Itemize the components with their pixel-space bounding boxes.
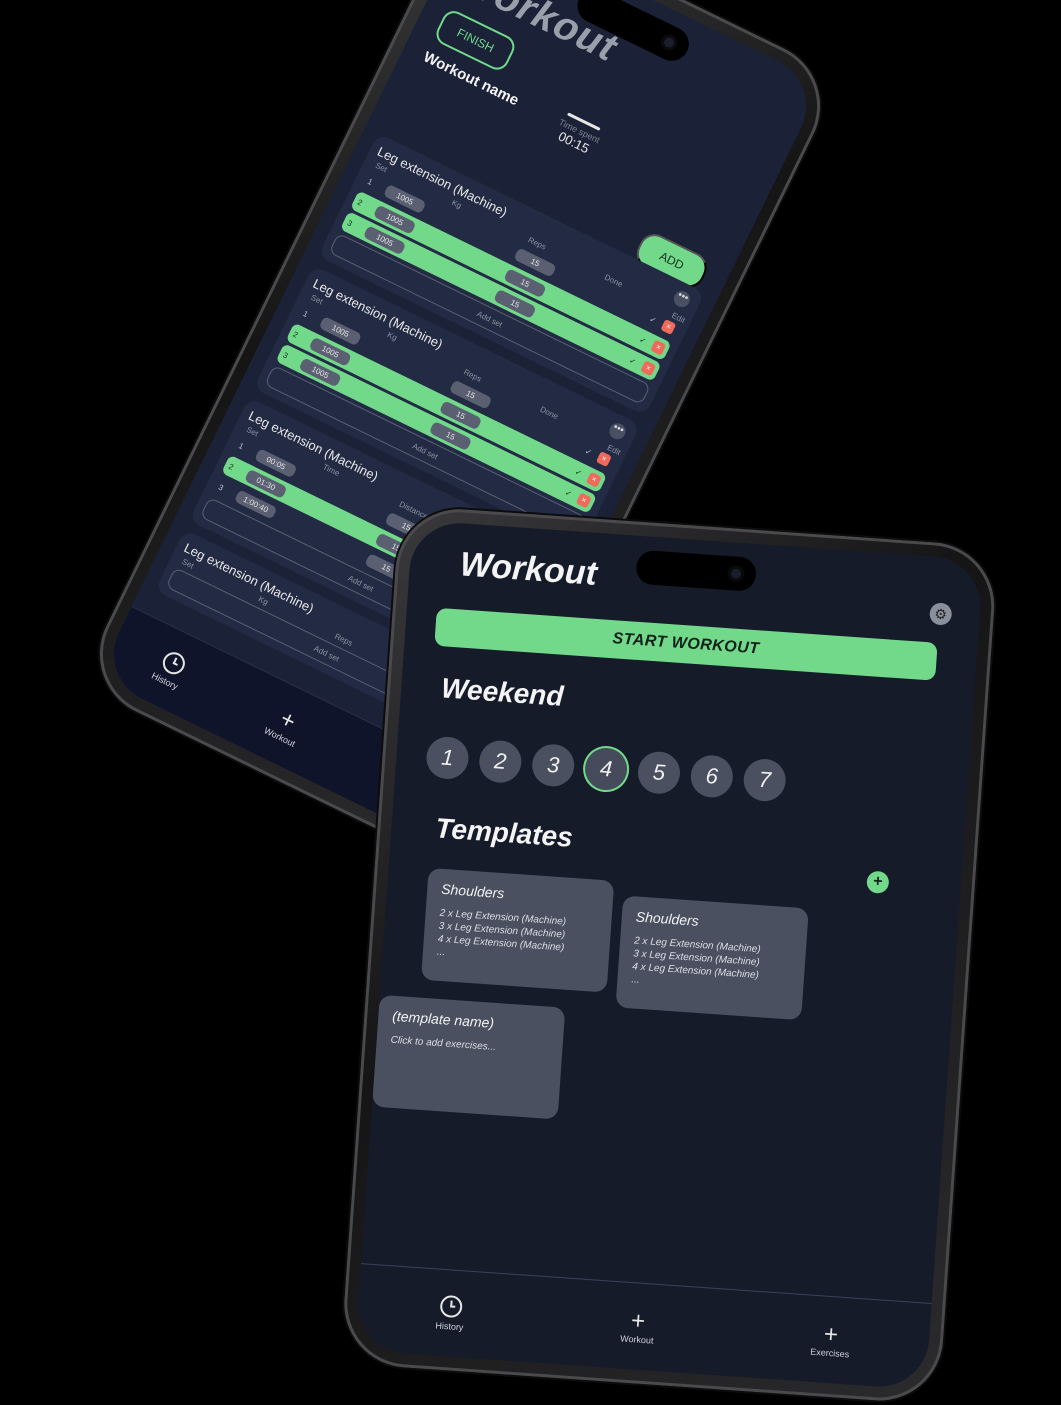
- check-icon[interactable]: ✓: [560, 486, 577, 500]
- check-icon[interactable]: ✓: [625, 354, 642, 368]
- delete-icon[interactable]: ×: [650, 339, 667, 356]
- delete-icon[interactable]: ×: [585, 471, 602, 488]
- delete-icon[interactable]: ×: [640, 360, 657, 377]
- check-icon[interactable]: ✓: [635, 333, 652, 347]
- delete-icon[interactable]: ×: [660, 318, 677, 335]
- home-screen: Workout ⚙ START WORKOUT Weekend 1234567 …: [354, 519, 984, 1390]
- check-icon[interactable]: ✓: [645, 312, 662, 326]
- plus-icon: +: [823, 1320, 839, 1349]
- template-name: Shoulders: [440, 880, 505, 902]
- day-button-5[interactable]: 5: [636, 750, 682, 796]
- check-icon[interactable]: ✓: [580, 445, 597, 459]
- day-button-3[interactable]: 3: [530, 742, 576, 788]
- template-card[interactable]: (template name) Click to add exercises...: [371, 994, 566, 1120]
- templates-title: Templates: [434, 812, 574, 853]
- tab-label: Exercises: [809, 1346, 850, 1360]
- check-icon[interactable]: ✓: [570, 465, 587, 479]
- tab-workout[interactable]: + Workout: [619, 1307, 656, 1346]
- add-template-button[interactable]: +: [866, 870, 890, 894]
- template-card[interactable]: Shoulders 2 x Leg Extension (Machine) 3 x …: [615, 895, 809, 1021]
- dynamic-island: [635, 549, 758, 592]
- timer: Time spent 00:15: [551, 111, 605, 159]
- page-title: Workout: [458, 545, 599, 593]
- tab-workout[interactable]: + Workout: [263, 702, 309, 749]
- tab-label: History: [435, 1320, 464, 1333]
- plus-icon: +: [630, 1307, 647, 1336]
- clock-icon: [158, 648, 189, 678]
- day-button-1[interactable]: 1: [425, 735, 470, 781]
- day-selector: 1234567: [425, 735, 788, 803]
- tab-history[interactable]: History: [150, 647, 191, 692]
- phone-home: Workout ⚙ START WORKOUT Weekend 1234567 …: [340, 505, 999, 1405]
- day-button-4[interactable]: 4: [583, 746, 629, 792]
- day-button-2[interactable]: 2: [477, 739, 523, 785]
- delete-icon[interactable]: ×: [595, 451, 612, 468]
- delete-icon[interactable]: ×: [575, 492, 592, 509]
- camera-icon: [727, 565, 745, 583]
- day-button-7[interactable]: 7: [742, 757, 788, 803]
- start-workout-button[interactable]: START WORKOUT: [434, 607, 938, 681]
- template-grid: Shoulders 2 x Leg Extension (Machine) 3 x …: [371, 867, 828, 1120]
- tab-bar: History+Workout+Exercises: [354, 1263, 932, 1390]
- tab-label: Workout: [619, 1333, 654, 1346]
- day-button-6[interactable]: 6: [689, 753, 735, 799]
- template-exercise-line: Click to add exercises...: [390, 1034, 497, 1054]
- gear-icon[interactable]: ⚙: [928, 602, 953, 626]
- template-card[interactable]: Shoulders 2 x Leg Extension (Machine) 3 x …: [420, 867, 615, 993]
- clock-icon: [439, 1294, 463, 1319]
- tab-exercises[interactable]: +Exercises: [810, 1321, 851, 1360]
- weekend-title: Weekend: [440, 672, 565, 712]
- template-name: Shoulders: [635, 908, 700, 929]
- tab-history[interactable]: History: [435, 1294, 465, 1333]
- template-name: (template name): [391, 1007, 495, 1031]
- camera-icon: [658, 31, 680, 54]
